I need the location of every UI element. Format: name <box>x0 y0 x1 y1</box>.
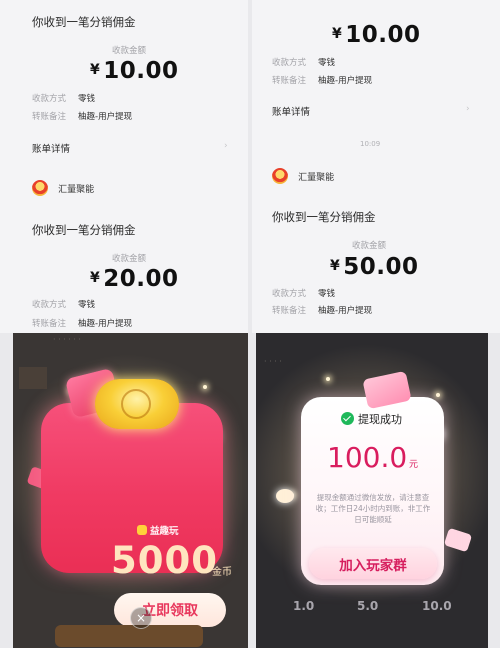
withdraw-success-overlay: · · · · 提现成功 100.0 元 提现金额通过微信发放，请注意查收；工作… <box>256 333 488 648</box>
chevron-right-icon: › <box>466 104 470 114</box>
method-label: 收款方式 <box>32 94 67 104</box>
note-value: 柚趣-用户提现 <box>78 112 133 122</box>
brand-row: 汇量聚能 <box>32 180 94 200</box>
note-value: 柚趣-用户提现 <box>78 319 133 329</box>
brand-logo-icon <box>272 168 288 184</box>
notification-message: 你收到一笔分销佣金 <box>32 223 136 237</box>
note-label: 转账备注 <box>32 112 67 122</box>
withdraw-notice: 提现金额通过微信发放，请注意查收；工作日24小时内到账，非工作日可能顺延 <box>315 493 431 524</box>
withdraw-unit: 元 <box>409 460 419 470</box>
coin-reward-overlay: · · · · · · 益趣玩 5000 金币 立即领取 × <box>13 333 248 648</box>
sparkle-icon <box>436 393 440 397</box>
coin-amount: 5000 <box>111 539 218 582</box>
brand-name: 汇量聚能 <box>58 185 95 195</box>
withdraw-amount: 100.0 <box>327 441 408 474</box>
method-label: 收款方式 <box>272 289 307 299</box>
amount-label: 收款金额 <box>352 241 387 251</box>
amount-value: ¥10.00 <box>332 22 421 48</box>
sparkle-icon <box>326 377 330 381</box>
background-banner <box>55 625 203 647</box>
receipt-panel-right: ¥10.00 收款方式 零钱 转账备注 柚趣-用户提现 账单详情 › 10:09… <box>252 0 500 333</box>
method-label: 收款方式 <box>32 300 67 310</box>
note-label: 转账备注 <box>272 306 307 316</box>
notification-message: 你收到一笔分销佣金 <box>32 15 136 29</box>
amount-label: 收款金额 <box>112 46 147 56</box>
sparkle-orb-icon <box>276 489 294 503</box>
method-label: 收款方式 <box>272 58 307 68</box>
bill-detail-link[interactable]: 账单详情 <box>272 104 310 118</box>
brand-label: 益趣玩 <box>137 523 179 537</box>
gold-coin-icon <box>95 379 179 429</box>
bill-detail-link[interactable]: 账单详情 <box>32 141 70 155</box>
background-text: · · · · <box>264 357 282 366</box>
amount-value: ¥10.00 <box>90 58 179 84</box>
close-button[interactable]: × <box>130 607 152 629</box>
note-label: 转账备注 <box>272 76 307 86</box>
amount-label: 收款金额 <box>112 254 147 264</box>
amount-option[interactable]: 5.0 <box>357 599 378 613</box>
coin-unit: 金币 <box>212 567 232 578</box>
method-value: 零钱 <box>78 94 96 104</box>
brand-row: 汇量聚能 <box>272 168 334 188</box>
receipt-panel-left: 你收到一笔分销佣金 收款金额 ¥10.00 收款方式 零钱 转账备注 柚趣-用户… <box>0 0 248 333</box>
wechat-check-icon <box>341 412 354 425</box>
method-value: 零钱 <box>78 300 96 310</box>
method-value: 零钱 <box>318 289 336 299</box>
brand-icon <box>137 525 147 535</box>
background-text: · · · · · · <box>53 335 81 344</box>
success-title: 提现成功 <box>341 411 402 427</box>
amount-value: ¥50.00 <box>330 254 419 280</box>
note-value: 柚趣-用户提现 <box>318 76 373 86</box>
method-value: 零钱 <box>318 58 336 68</box>
notification-message: 你收到一笔分销佣金 <box>272 210 376 224</box>
amount-option[interactable]: 10.0 <box>422 599 452 613</box>
withdraw-success-card: 提现成功 100.0 元 提现金额通过微信发放，请注意查收；工作日24小时内到账… <box>301 370 444 585</box>
note-value: 柚趣-用户提现 <box>318 306 373 316</box>
chevron-right-icon: › <box>224 141 228 151</box>
message-time: 10:09 <box>360 140 381 148</box>
sparkle-icon <box>203 385 207 389</box>
note-label: 转账备注 <box>32 319 67 329</box>
brand-logo-icon <box>32 180 48 196</box>
brand-name: 汇量聚能 <box>298 173 335 183</box>
amount-option[interactable]: 1.0 <box>293 599 314 613</box>
screenshot-collage: 你收到一笔分销佣金 收款金额 ¥10.00 收款方式 零钱 转账备注 柚趣-用户… <box>0 0 500 648</box>
amount-value: ¥20.00 <box>90 266 179 292</box>
join-group-button[interactable]: 加入玩家群 <box>309 548 437 579</box>
